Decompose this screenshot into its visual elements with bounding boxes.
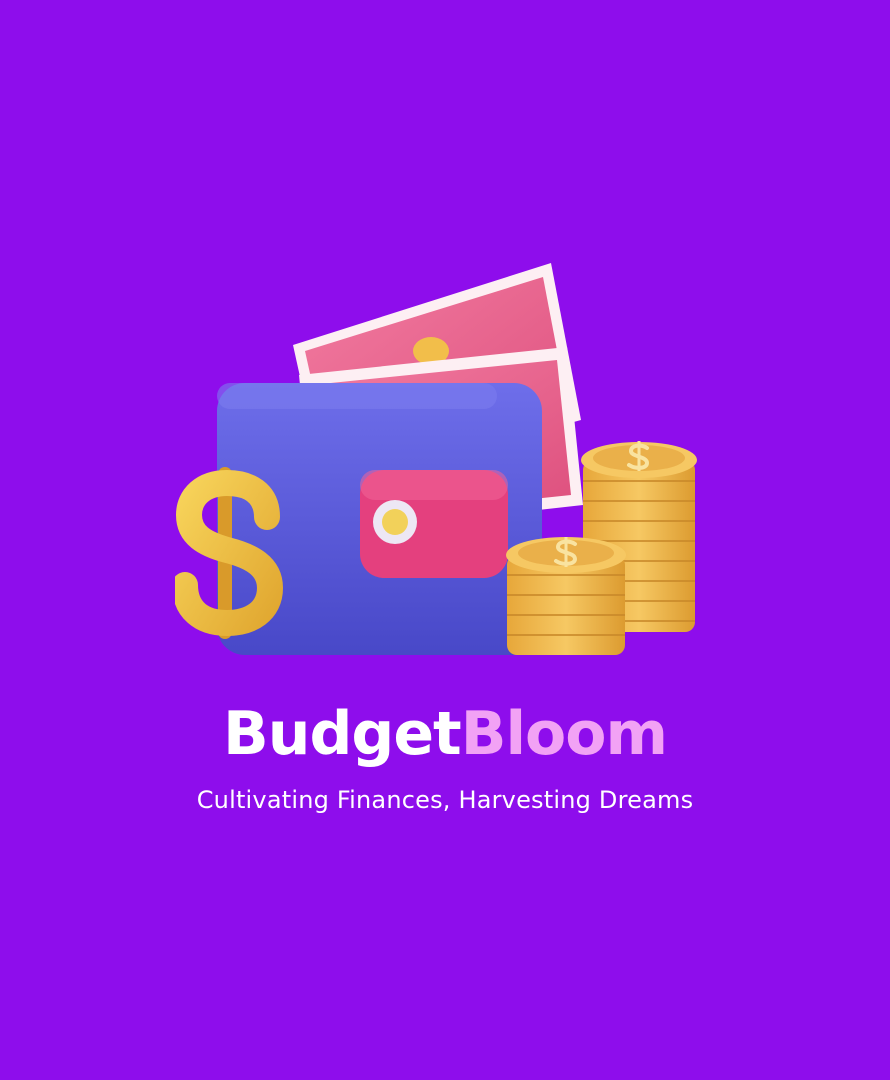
wallet-money-illustration xyxy=(175,255,720,675)
app-name-part-1: Budget xyxy=(223,699,462,769)
app-name-part-2: Bloom xyxy=(460,699,668,769)
splash-screen: BudgetBloom Cultivating Finances, Harves… xyxy=(0,0,890,1080)
app-name: BudgetBloom xyxy=(0,696,890,772)
dollar-sign-icon xyxy=(175,467,284,639)
coin-stack-front-icon xyxy=(506,537,626,655)
app-tagline: Cultivating Finances, Harvesting Dreams xyxy=(196,786,694,814)
